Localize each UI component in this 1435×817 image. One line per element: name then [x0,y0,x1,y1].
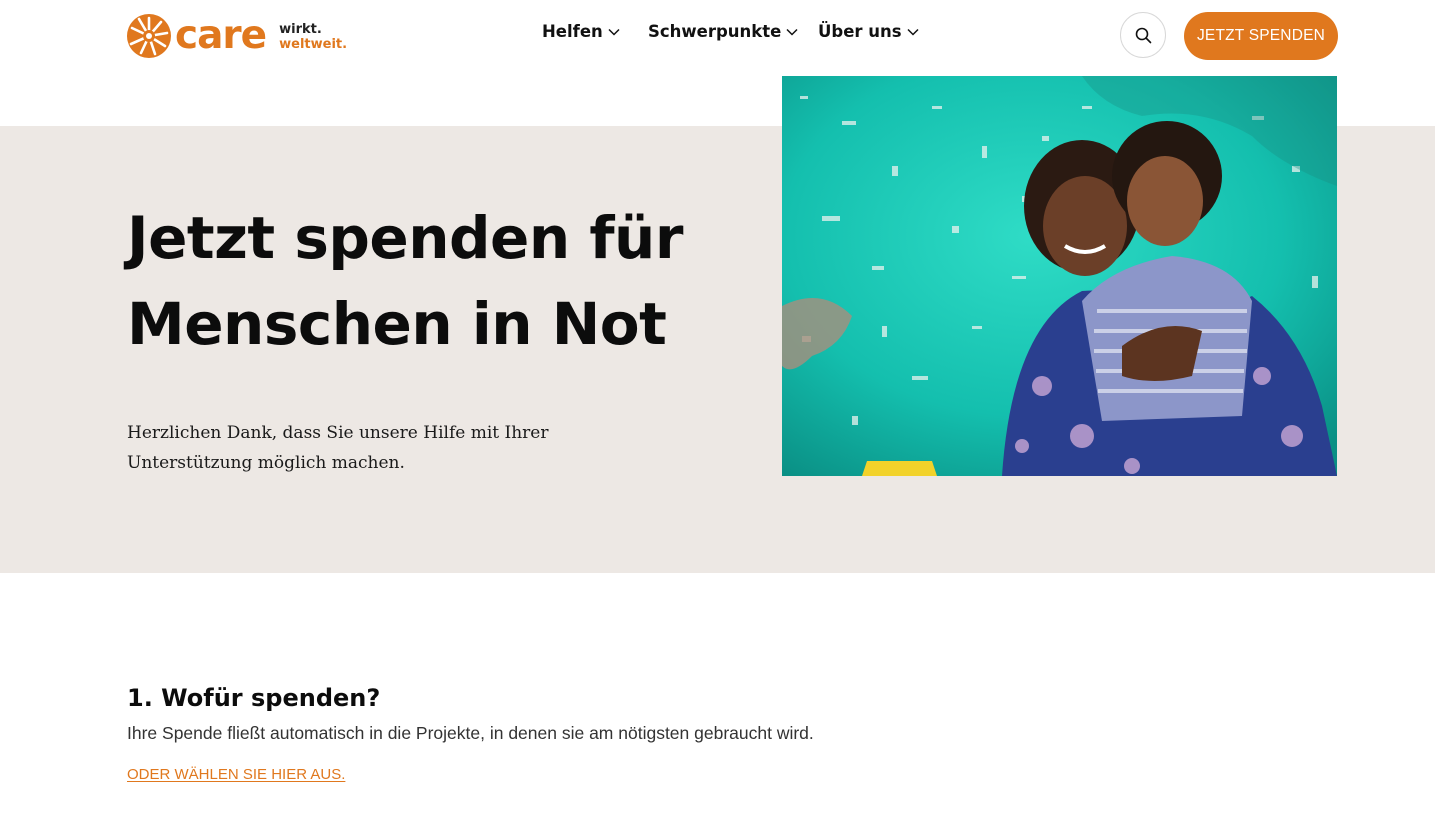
mother-child-photo [782,76,1337,476]
hero-title: Jetzt spenden für Menschen in Not [127,195,767,367]
hero-title-line-1: Jetzt spenden für [127,204,683,272]
chevron-down-icon [786,28,798,36]
choose-project-link[interactable]: ODER WÄHLEN SIE HIER AUS. [127,766,345,783]
care-logo[interactable]: care wirkt. weltweit. [126,13,347,59]
section-description: Ihre Spende fließt automatisch in die Pr… [127,723,814,743]
nav-item-label: Über uns [818,22,902,41]
tagline-line-1: wirkt. [279,22,322,37]
site-header: care wirkt. weltweit. Helfen Schwerpunkt… [0,0,1435,76]
nav-item-helfen[interactable]: Helfen [542,22,620,41]
hero-title-line-2: Menschen in Not [127,290,667,358]
donate-now-button[interactable]: JETZT SPENDEN [1184,12,1338,60]
hero-image [782,76,1337,476]
hero-description: Herzlichen Dank, dass Sie unsere Hilfe m… [127,418,587,478]
hero-text-line-2: Unterstützung möglich machen. [127,453,405,473]
nav-item-label: Helfen [542,22,603,41]
search-button[interactable] [1120,12,1166,58]
search-icon [1135,27,1151,43]
tagline-line-2: weltweit. [279,37,348,52]
nav-item-schwerpunkte[interactable]: Schwerpunkte [648,22,798,41]
hero-text-line-1: Herzlichen Dank, dass Sie unsere Hilfe m… [127,423,549,443]
care-logo-icon [127,14,171,58]
chevron-down-icon [608,28,620,36]
logo-wordmark: care [175,13,267,58]
logo-tagline: wirkt. weltweit. [279,22,347,52]
chevron-down-icon [907,28,919,36]
section-title: 1. Wofür spenden? [127,684,381,712]
nav-item-ueber-uns[interactable]: Über uns [818,22,919,41]
nav-item-label: Schwerpunkte [648,22,782,41]
